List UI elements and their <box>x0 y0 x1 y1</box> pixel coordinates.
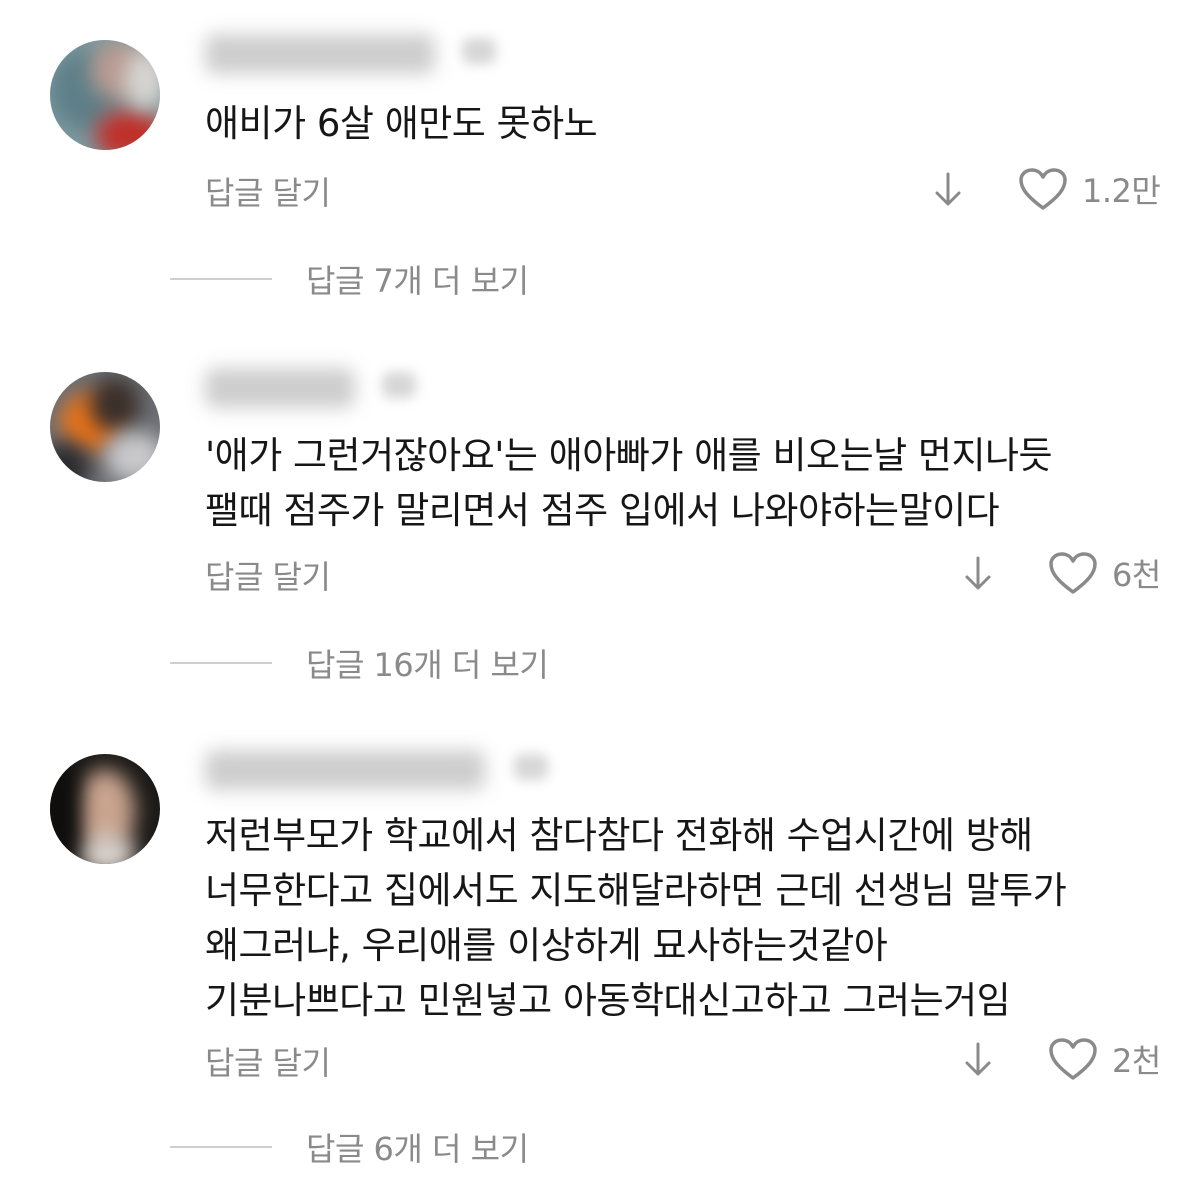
reply-button[interactable]: 답글 달기 <box>205 1038 331 1084</box>
avatar[interactable] <box>50 40 160 150</box>
like-button[interactable]: 1.2만 <box>1018 166 1161 212</box>
divider-line <box>170 278 272 280</box>
username-blurred[interactable] <box>205 368 355 408</box>
arrow-down-icon[interactable] <box>933 172 963 208</box>
view-more-replies-button[interactable]: 답글 7개 더 보기 <box>170 256 529 302</box>
view-more-replies-button[interactable]: 답글 6개 더 보기 <box>170 1124 529 1170</box>
comment-line: 기분나쁘다고 민원넣고 아동학대신고하고 그러는거임 <box>205 979 1011 1022</box>
comment-line: '애가 그런거잖아요'는 애아빠가 애를 비오는날 먼지나듯 <box>205 434 1053 477</box>
comment-line: 팰때 점주가 말리면서 점주 입에서 나와야하는말이다 <box>205 489 1000 532</box>
reply-button[interactable]: 답글 달기 <box>205 168 331 214</box>
avatar[interactable] <box>50 372 160 482</box>
like-button[interactable]: 2천 <box>1048 1036 1161 1082</box>
reply-button[interactable]: 답글 달기 <box>205 552 331 598</box>
comment-line: 애비가 6살 애만도 못하노 <box>205 102 598 145</box>
comment-text: 애비가 6살 애만도 못하노 <box>205 96 1185 151</box>
arrow-down-icon[interactable] <box>963 1042 993 1078</box>
divider-line <box>170 1146 272 1148</box>
comment-line: 너무한다고 집에서도 지도해달라하면 근데 선생님 말투가 <box>205 869 1067 912</box>
divider-line <box>170 662 272 664</box>
view-more-replies-button[interactable]: 답글 16개 더 보기 <box>170 640 549 686</box>
view-more-replies-label: 답글 7개 더 보기 <box>306 262 529 300</box>
username-blurred[interactable] <box>205 34 435 74</box>
like-count: 1.2만 <box>1082 172 1161 210</box>
view-more-replies-label: 답글 6개 더 보기 <box>306 1130 529 1168</box>
like-button[interactable]: 6천 <box>1048 550 1161 596</box>
arrow-down-icon[interactable] <box>963 556 993 592</box>
timestamp-blurred <box>382 372 416 398</box>
comment-line: 저런부모가 학교에서 참다참다 전화해 수업시간에 방해 <box>205 814 1033 857</box>
heart-outline-icon <box>1049 1038 1097 1080</box>
like-count: 2천 <box>1112 1042 1161 1080</box>
comment-text: 저런부모가 학교에서 참다참다 전화해 수업시간에 방해 너무한다고 집에서도 … <box>205 808 1185 1028</box>
heart-outline-icon <box>1019 168 1067 210</box>
comment-line: 왜그러냐, 우리애를 이상하게 묘사하는것같아 <box>205 924 888 967</box>
heart-outline-icon <box>1049 552 1097 594</box>
timestamp-blurred <box>462 38 496 64</box>
view-more-replies-label: 답글 16개 더 보기 <box>306 646 549 684</box>
timestamp-blurred <box>514 754 548 780</box>
avatar[interactable] <box>50 754 160 864</box>
comment-text: '애가 그런거잖아요'는 애아빠가 애를 비오는날 먼지나듯 팰때 점주가 말리… <box>205 428 1185 538</box>
username-blurred[interactable] <box>205 750 485 790</box>
like-count: 6천 <box>1112 556 1161 594</box>
